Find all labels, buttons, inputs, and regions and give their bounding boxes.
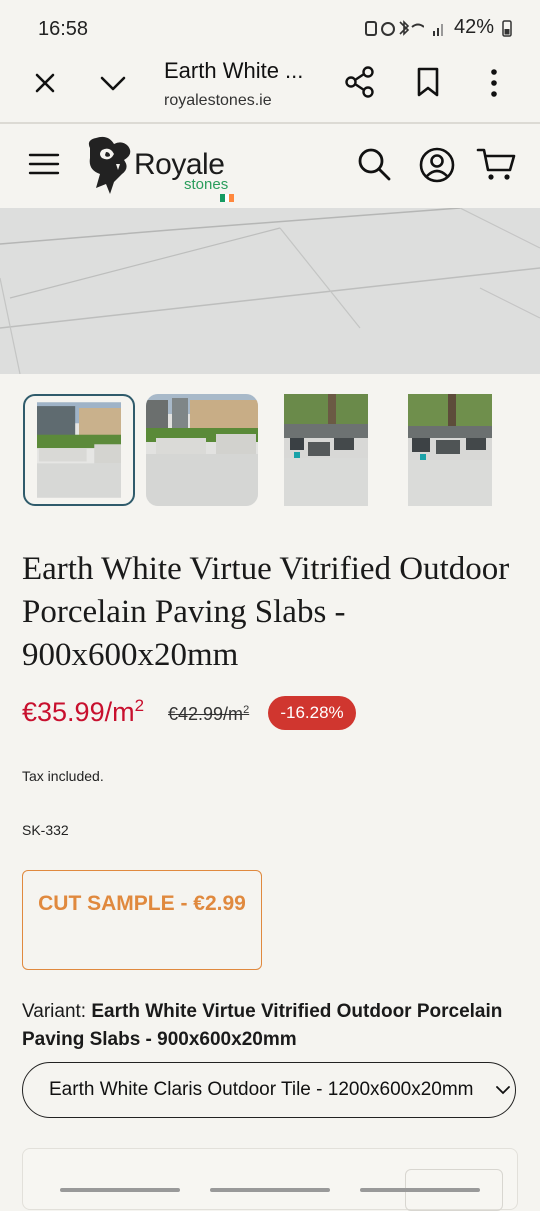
gesture-nav-bar <box>0 1178 540 1200</box>
cart-icon[interactable] <box>476 146 516 182</box>
nav-handle-right <box>360 1188 480 1192</box>
compare-price: €42.99/m2 <box>168 704 249 725</box>
close-icon[interactable] <box>30 68 60 98</box>
battery-icon <box>502 19 512 37</box>
page-url[interactable]: royalestones.ie <box>164 92 272 110</box>
chevron-down-icon[interactable] <box>98 70 128 96</box>
menu-icon[interactable] <box>28 152 60 176</box>
thumbnail-1[interactable] <box>23 394 135 506</box>
chevron-down-icon <box>496 1086 510 1095</box>
product-sku: SK-332 <box>22 822 69 838</box>
logo-subtitle: stones <box>184 176 229 193</box>
patio-furniture-image-2 <box>408 394 492 506</box>
product-title: Earth White Virtue Vitrified Outdoor Por… <box>22 551 510 673</box>
bookmark-icon[interactable] <box>414 66 442 98</box>
patio-furniture-image <box>284 394 368 506</box>
share-icon[interactable] <box>344 66 376 98</box>
compare-price-unit: 2 <box>243 704 250 716</box>
nav-handle-left <box>60 1188 180 1192</box>
nav-handle-center <box>210 1188 330 1192</box>
paving-slab-image <box>0 208 540 374</box>
sale-price: €35.99/m2 <box>22 696 144 728</box>
thumbnail-4[interactable] <box>408 394 492 506</box>
irish-flag-icon <box>220 194 235 202</box>
tax-note: Tax included. <box>22 768 104 784</box>
more-vert-icon[interactable] <box>482 66 506 100</box>
account-icon[interactable] <box>418 146 456 184</box>
variant-select-value: Earth White Claris Outdoor Tile - 1200x6… <box>49 1079 474 1100</box>
garden-patio-image-2 <box>146 394 258 506</box>
sale-price-unit: 2 <box>134 696 145 715</box>
site-header: Royale stones <box>0 124 540 208</box>
product-main-image[interactable] <box>0 208 540 374</box>
browser-toolbar: Earth White ... royalestones.ie <box>0 58 540 122</box>
status-icons: 42% <box>364 16 512 39</box>
variant-line: Variant: Earth White Virtue Vitrified Ou… <box>22 998 522 1054</box>
status-bar: 16:58 42% <box>0 0 540 58</box>
battery-text: 42% <box>453 16 494 38</box>
garden-patio-image <box>37 402 121 498</box>
sale-price-value: €35.99/m <box>22 697 135 727</box>
cut-sample-button[interactable]: CUT SAMPLE - €2.99 <box>22 870 262 970</box>
variant-value: Earth White Virtue Vitrified Outdoor Por… <box>22 1001 503 1050</box>
thumbnail-2[interactable] <box>146 394 258 506</box>
thumbnail-3[interactable] <box>284 394 368 506</box>
search-icon[interactable] <box>356 146 392 182</box>
compare-price-value: €42.99/m <box>168 704 244 724</box>
discount-badge: -16.28% <box>268 696 356 730</box>
site-logo[interactable]: Royale stones <box>80 134 250 202</box>
variant-select[interactable]: Earth White Claris Outdoor Tile - 1200x6… <box>22 1062 516 1118</box>
ram-logo-icon <box>88 136 131 194</box>
tab-title: Earth White ... <box>164 58 304 83</box>
thumbnail-strip <box>0 394 540 510</box>
cell-signal-icon <box>432 23 443 36</box>
variant-label: Variant: <box>22 1001 92 1022</box>
signal-icon <box>364 19 424 36</box>
status-time: 16:58 <box>38 18 89 40</box>
